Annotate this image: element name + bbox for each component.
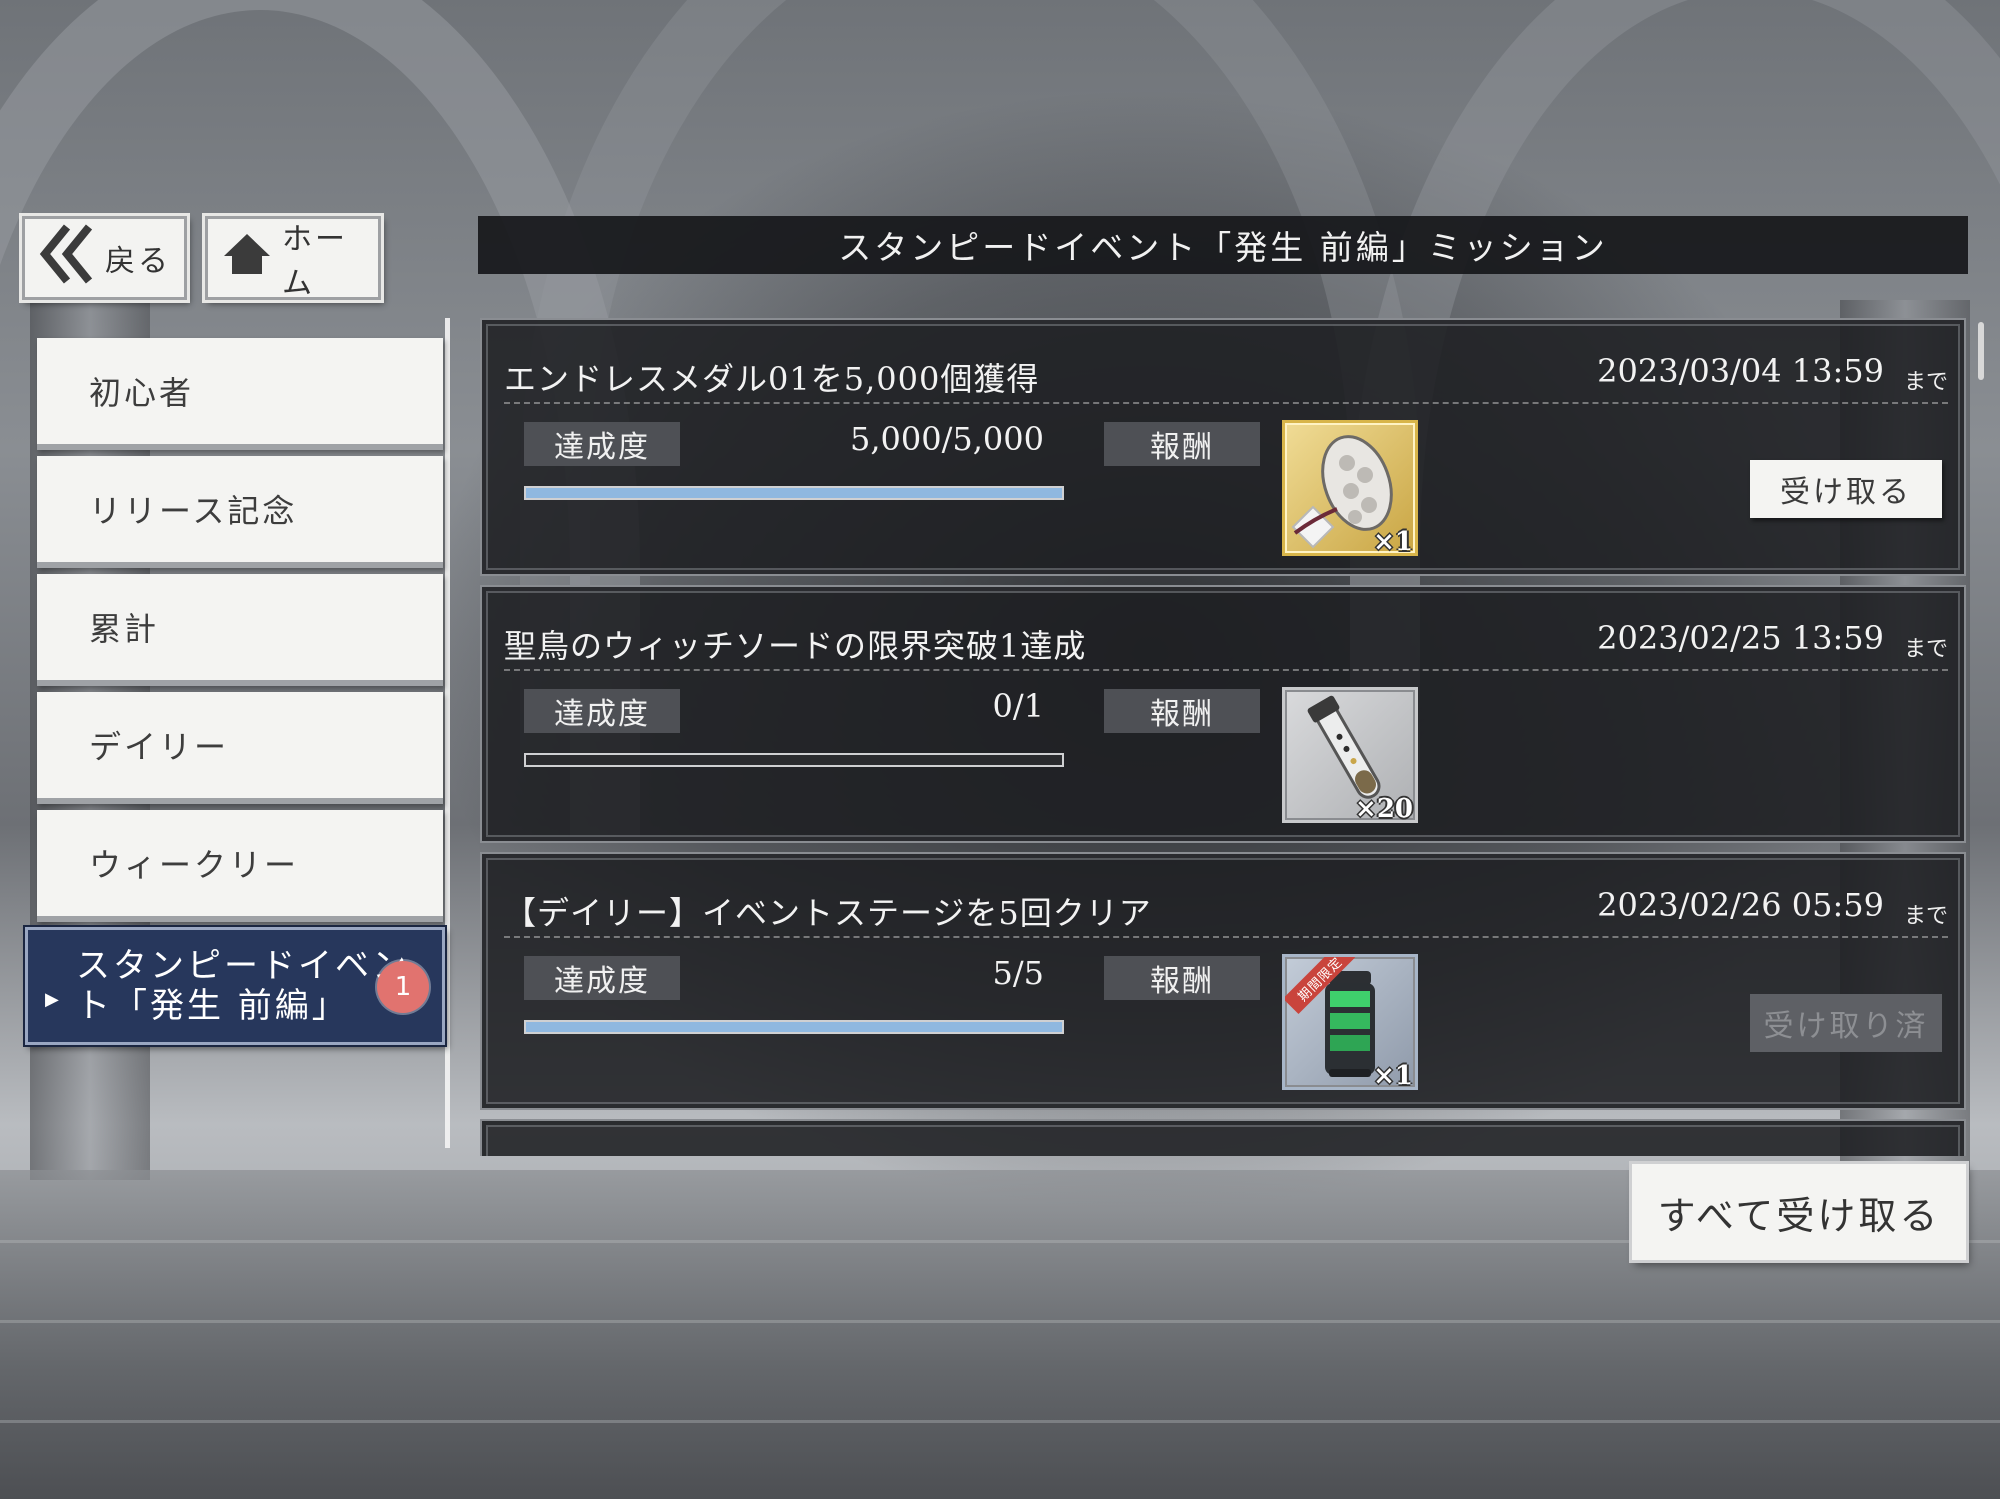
progress-bar-fill: [526, 488, 1062, 498]
reward-quantity: ×1: [1373, 527, 1413, 557]
progress-bar-fill: [526, 1022, 1062, 1032]
caret-right-icon: ▶: [45, 989, 62, 1010]
sidebar-item-label: デイリー: [89, 728, 230, 766]
reward-label: 報酬: [1104, 422, 1260, 466]
sidebar-item-beginner[interactable]: 初心者: [37, 338, 443, 450]
notification-badge: 1: [377, 961, 429, 1013]
mission-list[interactable]: エンドレスメダル01を5,000個獲得 2023/03/04 13:59 まで …: [478, 316, 1968, 1156]
progress-count: 5,000/5,000: [850, 420, 1044, 458]
sidebar-item-label-line1: スタンピードイベン: [76, 946, 409, 986]
mission-title: エンドレスメダル01を5,000個獲得: [504, 360, 1040, 398]
reward-item[interactable]: 期間限定 ×1: [1282, 954, 1418, 1090]
reward-item[interactable]: ×20: [1282, 687, 1418, 824]
mission-deadline: 2023/02/26 05:59: [1597, 886, 1884, 924]
sidebar-divider: [445, 318, 450, 1148]
page-title: スタンピードイベント「発生 前編」ミッション: [478, 216, 1968, 274]
mission-until-label: まで: [1903, 904, 1948, 929]
mission-card-partial: [480, 1119, 1966, 1156]
mission-card: 【デイリー】イベントステージを5回クリア 2023/02/26 05:59 まで…: [480, 852, 1966, 1110]
back-label: 戻る: [105, 244, 171, 279]
back-button[interactable]: 戻る: [22, 216, 187, 300]
reward-item[interactable]: ×1: [1282, 420, 1418, 557]
mission-card: エンドレスメダル01を5,000個獲得 2023/03/04 13:59 まで …: [480, 318, 1966, 576]
divider: [504, 936, 1948, 938]
divider: [504, 669, 1948, 671]
progress-label: 達成度: [524, 689, 680, 733]
progress-label: 達成度: [524, 956, 680, 1000]
progress-label: 達成度: [524, 422, 680, 466]
sidebar-item-cumulative[interactable]: 累計: [37, 574, 443, 686]
sidebar-item-weekly[interactable]: ウィークリー: [37, 810, 443, 922]
mission-deadline: 2023/03/04 13:59: [1597, 352, 1884, 390]
reward-label: 報酬: [1104, 956, 1260, 1000]
home-button[interactable]: ホーム: [205, 216, 381, 301]
sidebar-item-release-commemoration[interactable]: リリース記念: [37, 456, 443, 568]
progress-bar: [524, 753, 1064, 767]
claimed-button: 受け取り済: [1750, 994, 1942, 1052]
scrollbar-thumb[interactable]: [1978, 322, 1984, 380]
home-label: ホーム: [282, 222, 348, 301]
claim-button[interactable]: 受け取る: [1750, 460, 1942, 518]
divider: [504, 402, 1948, 404]
sidebar-item-daily[interactable]: デイリー: [37, 692, 443, 804]
mission-title: 【デイリー】イベントステージを5回クリア: [504, 894, 1152, 932]
progress-bar: [524, 1020, 1064, 1034]
mission-until-label: まで: [1903, 370, 1948, 395]
progress-bar: [524, 486, 1064, 500]
progress-count: 5/5: [992, 954, 1045, 992]
mission-until-label: まで: [1903, 637, 1948, 662]
reward-label: 報酬: [1104, 689, 1260, 733]
sidebar-item-label: リリース記念: [89, 492, 298, 530]
reward-quantity: ×1: [1373, 1061, 1413, 1090]
mission-card: 聖鳥のウィッチソードの限界突破1達成 2023/02/25 13:59 まで 達…: [480, 585, 1966, 843]
sidebar-item-label: 初心者: [89, 374, 195, 412]
mission-deadline: 2023/02/25 13:59: [1597, 619, 1884, 657]
reward-quantity: ×20: [1355, 794, 1413, 824]
sidebar-item-label: 累計: [89, 610, 160, 648]
claim-all-button[interactable]: すべて受け取る: [1632, 1164, 1966, 1260]
mission-title: 聖鳥のウィッチソードの限界突破1達成: [504, 627, 1087, 665]
sidebar-item-label-line2: ト「発生 前編」: [76, 986, 349, 1026]
double-chevron-left-icon: [39, 223, 95, 293]
sidebar-item-label: ウィークリー: [89, 846, 300, 884]
home-icon: [222, 232, 272, 284]
progress-count: 0/1: [992, 687, 1045, 725]
